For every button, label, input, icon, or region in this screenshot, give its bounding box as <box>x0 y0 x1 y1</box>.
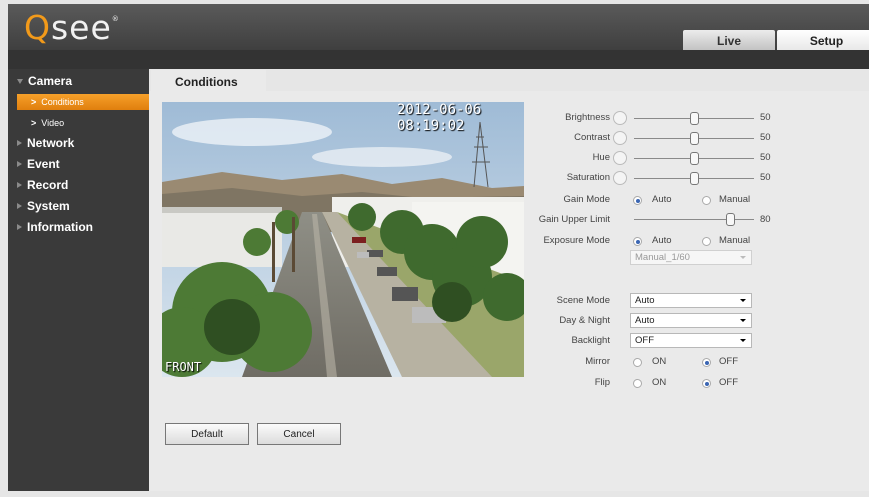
chevron-down-icon <box>740 319 746 322</box>
exposure-mode-label: Exposure Mode <box>543 235 610 246</box>
collapse-arrow-icon <box>17 203 22 210</box>
collapse-arrow-icon <box>17 182 22 189</box>
qsee-logo: Qsee® <box>24 8 120 47</box>
collapse-arrow-icon <box>17 224 22 231</box>
flip-label: Flip <box>594 377 610 388</box>
contrast-label: Contrast <box>574 132 610 143</box>
gain-mode-auto-radio[interactable] <box>633 196 642 205</box>
flip-off-radio[interactable] <box>702 379 711 388</box>
brightness-slider[interactable] <box>634 112 754 125</box>
sidebar-item-record[interactable]: Record <box>8 175 149 195</box>
gain-mode-manual-label: Manual <box>719 194 751 205</box>
app-window: Qsee® Live Setup Camera > Conditions > Vid… <box>0 0 869 497</box>
day-night-label: Day & Night <box>559 315 610 326</box>
contrast-value: 50 <box>760 132 771 143</box>
saturation-label: Saturation <box>566 172 610 183</box>
mirror-label: Mirror <box>585 356 610 367</box>
hue-slider-handle[interactable] <box>690 152 699 165</box>
mirror-on-label: ON <box>652 356 667 367</box>
top-bar: Qsee® Live Setup <box>8 4 869 52</box>
tab-setup[interactable]: Setup <box>777 30 869 52</box>
exposure-mode-auto-label: Auto <box>652 235 672 246</box>
brightness-label: Brightness <box>565 112 610 123</box>
chevron-down-icon <box>740 256 746 259</box>
sidebar-item-event[interactable]: Event <box>8 154 149 174</box>
scene-mode-select[interactable]: Auto <box>630 293 752 308</box>
flip-off-label: OFF <box>719 377 738 388</box>
contrast-slider[interactable] <box>634 132 754 145</box>
gain-mode-label: Gain Mode <box>563 194 610 205</box>
exposure-mode-auto-radio[interactable] <box>633 237 642 246</box>
mirror-off-radio[interactable] <box>702 358 711 367</box>
sidebar-item-network[interactable]: Network <box>8 133 149 153</box>
flip-on-radio[interactable] <box>633 379 642 388</box>
header-strip <box>8 50 869 69</box>
sidebar-item-video[interactable]: > Video <box>17 115 149 131</box>
sidebar: Camera > Conditions > Video Network Event … <box>8 69 149 491</box>
sidebar-item-conditions[interactable]: > Conditions <box>17 94 149 110</box>
exposure-mode-manual-radio[interactable] <box>702 237 711 246</box>
gain-upper-limit-value: 80 <box>760 214 771 225</box>
gain-mode-manual-radio[interactable] <box>702 196 711 205</box>
shutter-select: Manual_1/60 <box>630 250 752 265</box>
mirror-on-radio[interactable] <box>633 358 642 367</box>
hue-icon <box>613 151 627 165</box>
hue-value: 50 <box>760 152 771 163</box>
flip-on-label: ON <box>652 377 667 388</box>
mirror-off-label: OFF <box>719 356 738 367</box>
gain-upper-limit-label: Gain Upper Limit <box>538 214 610 225</box>
sidebar-item-camera[interactable]: Camera <box>8 71 149 91</box>
default-button[interactable]: Default <box>165 423 249 445</box>
day-night-select[interactable]: Auto <box>630 313 752 328</box>
chevron-right-icon: > <box>31 118 37 128</box>
video-channel-name: FRONT <box>165 360 202 374</box>
backlight-label: Backlight <box>571 335 610 346</box>
gain-upper-limit-slider-handle[interactable] <box>726 213 735 226</box>
brightness-value: 50 <box>760 112 771 123</box>
hue-label: Hue <box>592 152 610 163</box>
chevron-down-icon <box>740 299 746 302</box>
exposure-mode-manual-label: Manual <box>719 235 751 246</box>
chevron-right-icon: > <box>31 97 37 107</box>
gain-upper-limit-slider[interactable] <box>634 213 754 226</box>
tab-live[interactable]: Live <box>683 30 775 52</box>
scene-mode-label: Scene Mode <box>556 295 610 306</box>
collapse-arrow-icon <box>17 140 22 147</box>
gain-mode-auto-label: Auto <box>652 194 672 205</box>
sidebar-item-information[interactable]: Information <box>8 217 149 237</box>
collapse-arrow-icon <box>17 161 22 168</box>
hue-slider[interactable] <box>634 152 754 165</box>
saturation-icon <box>613 171 627 185</box>
saturation-slider[interactable] <box>634 172 754 185</box>
chevron-down-icon <box>740 339 746 342</box>
cancel-button[interactable]: Cancel <box>257 423 341 445</box>
contrast-slider-handle[interactable] <box>690 132 699 145</box>
expand-arrow-icon <box>17 78 23 84</box>
saturation-slider-handle[interactable] <box>690 172 699 185</box>
brightness-slider-handle[interactable] <box>690 112 699 125</box>
tab-conditions[interactable]: Conditions <box>151 70 266 92</box>
sidebar-item-system[interactable]: System <box>8 196 149 216</box>
brightness-icon <box>613 111 627 125</box>
saturation-value: 50 <box>760 172 771 183</box>
video-preview: 2012-06-06 08:19:02 FRONT <box>162 102 524 377</box>
backlight-select[interactable]: OFF <box>630 333 752 348</box>
camera-scene-image <box>162 102 524 377</box>
contrast-icon <box>613 131 627 145</box>
